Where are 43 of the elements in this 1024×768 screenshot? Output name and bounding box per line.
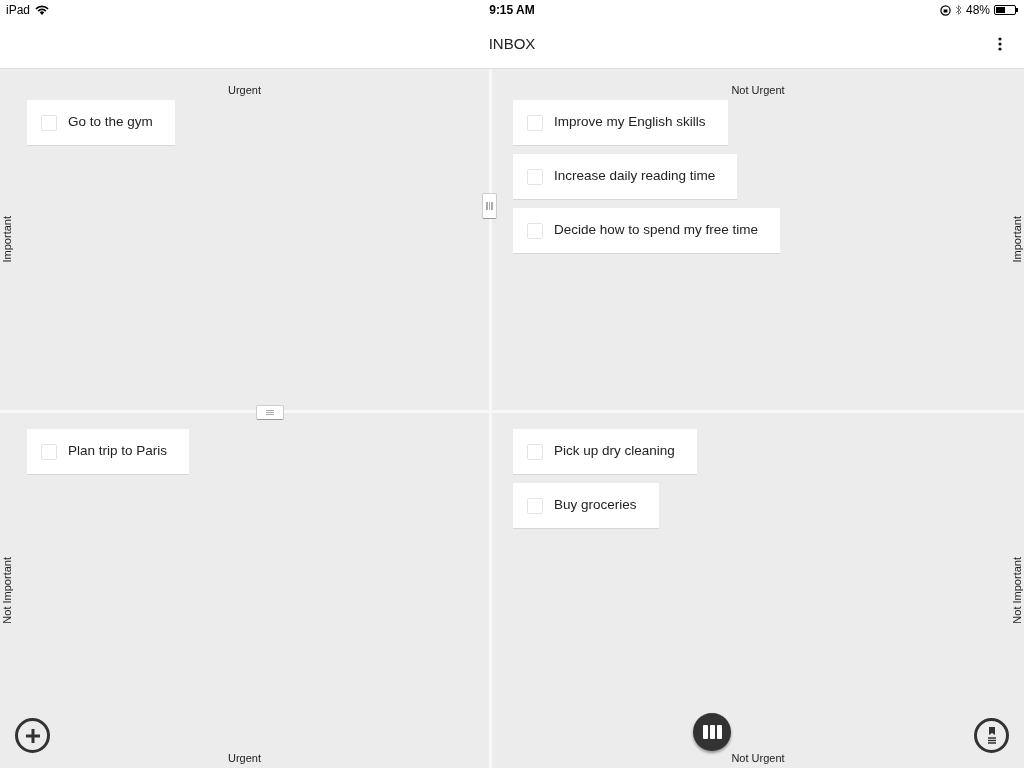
task-text: Buy groceries: [554, 496, 637, 515]
more-icon[interactable]: [998, 37, 1002, 51]
task-text: Go to the gym: [68, 113, 153, 132]
task-checkbox[interactable]: [527, 443, 543, 460]
axis-label: Not Important: [1010, 557, 1024, 624]
task-text: Increase daily reading time: [554, 167, 716, 186]
task-card[interactable]: Buy groceries: [513, 483, 659, 529]
device-name: iPad: [6, 2, 31, 19]
axis-label: Not Important: [0, 557, 14, 624]
task-card[interactable]: Decide how to spend my free time: [513, 208, 781, 254]
task-text: Decide how to spend my free time: [554, 221, 759, 240]
page-title: INBOX: [488, 33, 536, 54]
axis-label: Not Urgent: [730, 83, 786, 98]
plus-icon: [24, 727, 41, 744]
battery-percent: 48%: [965, 2, 990, 19]
task-card[interactable]: Plan trip to Paris: [27, 429, 190, 475]
bluetooth-icon: [954, 4, 962, 16]
axis-label: Not Urgent: [730, 750, 786, 766]
task-checkbox[interactable]: [41, 443, 57, 460]
task-text: Pick up dry cleaning: [554, 442, 675, 461]
task-text: Improve my English skills: [554, 113, 706, 132]
battery-icon: [994, 5, 1018, 15]
task-card[interactable]: Go to the gym: [27, 100, 175, 146]
task-checkbox[interactable]: [527, 114, 543, 131]
task-card[interactable]: Pick up dry cleaning: [513, 429, 697, 475]
task-card[interactable]: Improve my English skills: [513, 100, 728, 146]
task-text: Plan trip to Paris: [68, 442, 168, 461]
task-checkbox[interactable]: [41, 114, 57, 131]
axis-label: Urgent: [227, 750, 262, 766]
axis-label: Important: [0, 216, 14, 263]
wifi-icon: [35, 5, 50, 15]
column-resize-handle[interactable]: [482, 193, 497, 219]
row-resize-handle[interactable]: [256, 405, 284, 420]
axis-label: Urgent: [227, 83, 262, 98]
axis-label: Important: [1010, 216, 1024, 263]
rotation-lock-icon: [939, 4, 951, 16]
task-checkbox[interactable]: [527, 497, 543, 514]
bookmark-list-button[interactable]: [974, 718, 1009, 753]
task-checkbox[interactable]: [527, 222, 543, 239]
task-card[interactable]: Increase daily reading time: [513, 154, 738, 200]
add-button[interactable]: [15, 718, 50, 753]
task-checkbox[interactable]: [527, 168, 543, 185]
clock-time: 9:15 AM: [489, 2, 535, 19]
